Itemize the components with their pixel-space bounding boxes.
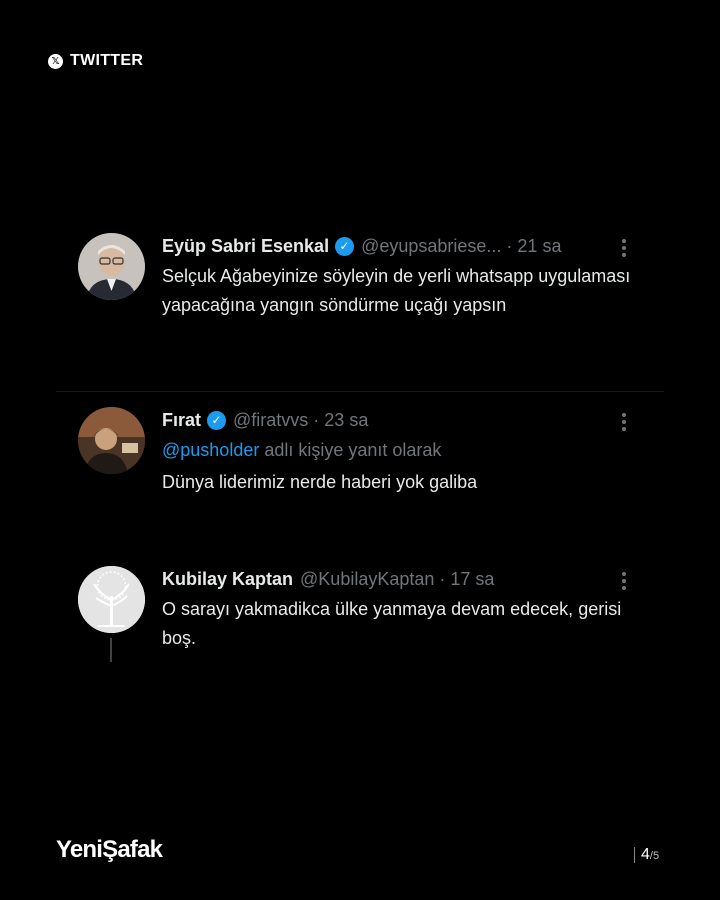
reply-context-text: adlı kişiye yanıt olarak	[259, 440, 442, 460]
tweet-text: O sarayı yakmadikca ülke yanmaya devam e…	[162, 599, 622, 648]
avatar[interactable]	[78, 566, 145, 633]
author-name[interactable]: Eyüp Sabri Esenkal	[162, 236, 329, 257]
verified-badge-icon: ✓	[207, 410, 227, 430]
tweet-divider	[56, 391, 664, 392]
page-indicator: 4 /5	[634, 846, 659, 864]
source-label: TWITTER	[70, 52, 144, 69]
tweet-content: Kubilay Kaptan @KubilayKaptan · 17 sa O …	[162, 566, 632, 653]
page-total: /5	[649, 850, 660, 862]
tweet-time[interactable]: 17 sa	[450, 569, 494, 590]
pager-divider	[634, 847, 635, 863]
x-logo-icon: 𝕏	[48, 53, 63, 69]
reply-context: @pusholder adlı kişiye yanıt olarak	[162, 436, 632, 465]
tweet-meta: Eyüp Sabri Esenkal ✓ @eyupsabriese... · …	[162, 233, 632, 259]
tweet-meta: Fırat ✓ @firatvvs · 23 sa	[162, 407, 632, 433]
more-options-icon[interactable]	[616, 407, 632, 437]
author-name[interactable]: Kubilay Kaptan	[162, 569, 293, 590]
meta-separator: ·	[439, 568, 446, 589]
more-options-icon[interactable]	[616, 566, 632, 596]
meta-separator: ·	[506, 235, 513, 256]
source-header: 𝕏 TWITTER	[48, 52, 143, 70]
thread-connector-line	[110, 638, 112, 662]
tweet-time[interactable]: 21 sa	[517, 236, 561, 257]
meta-separator: ·	[313, 409, 320, 430]
tweet-content: Fırat ✓ @firatvvs · 23 sa @pusholder adl…	[162, 407, 632, 497]
author-name[interactable]: Fırat	[162, 410, 201, 431]
page-current: 4	[641, 846, 650, 863]
tweet-content: Eyüp Sabri Esenkal ✓ @eyupsabriese... · …	[162, 233, 632, 320]
author-handle[interactable]: @eyupsabriese...	[361, 236, 501, 257]
more-options-icon[interactable]	[616, 233, 632, 263]
tweet-time[interactable]: 23 sa	[324, 410, 368, 431]
reply-mention-link[interactable]: @pusholder	[162, 440, 259, 460]
author-handle[interactable]: @firatvvs	[233, 410, 308, 431]
brand-logo: YeniŞafak	[56, 836, 163, 863]
verified-badge-icon: ✓	[335, 236, 355, 256]
avatar[interactable]	[78, 407, 145, 474]
tweet-meta: Kubilay Kaptan @KubilayKaptan · 17 sa	[162, 566, 632, 592]
author-handle[interactable]: @KubilayKaptan	[300, 569, 434, 590]
tweet-text: Dünya liderimiz nerde haberi yok galiba	[162, 472, 478, 492]
tweet-text: Selçuk Ağabeyinize söyleyin de yerli wha…	[162, 266, 631, 315]
avatar[interactable]	[78, 233, 145, 300]
